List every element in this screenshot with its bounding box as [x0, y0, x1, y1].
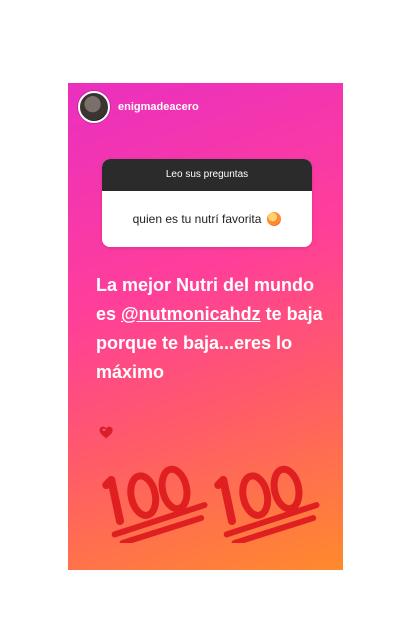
avatar[interactable] — [78, 91, 110, 123]
hundred-points-icon — [214, 465, 320, 543]
question-text: quien es tu nutrí favorita — [132, 212, 262, 226]
heart-icon — [99, 426, 113, 439]
question-sticker-body: quien es tu nutrí favorita — [102, 191, 312, 247]
username[interactable]: enigmadeacero — [118, 101, 199, 113]
question-sticker[interactable]: Leo sus preguntas quien es tu nutrí favo… — [102, 159, 312, 247]
answer-text: La mejor Nutri del mundo es @nutmonicahd… — [96, 271, 326, 387]
smiling-emoji-icon — [267, 212, 282, 226]
hundred-points-icon — [102, 465, 208, 543]
mention-link[interactable]: @nutmonicahdz — [121, 304, 261, 324]
story-header[interactable]: enigmadeacero — [78, 91, 199, 123]
story-frame: enigmadeacero Leo sus preguntas quien es… — [68, 83, 343, 570]
question-sticker-title: Leo sus preguntas — [102, 159, 312, 191]
